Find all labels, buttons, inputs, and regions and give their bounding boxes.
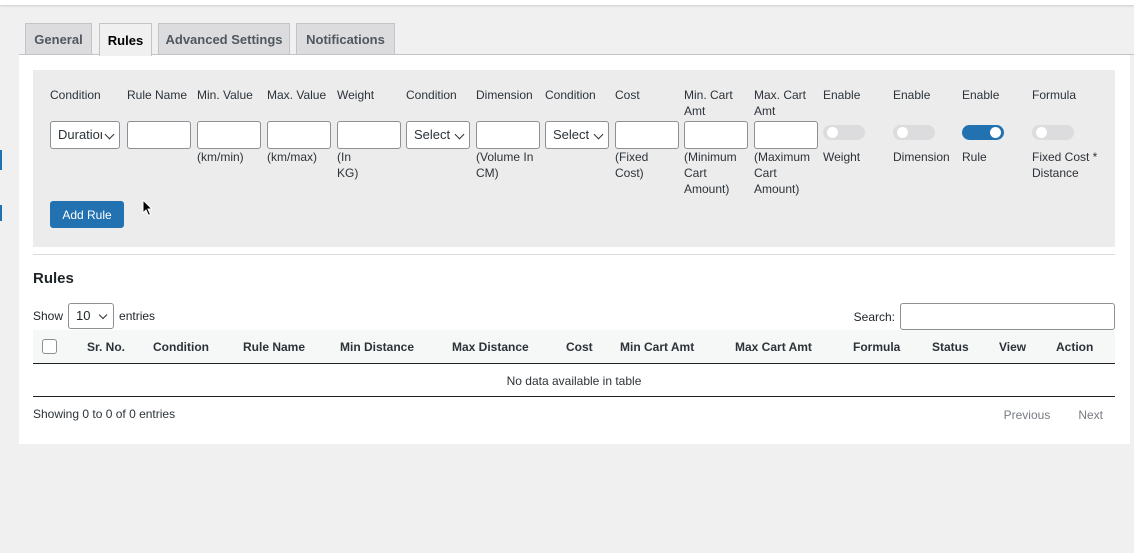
toggle-knob [897,127,908,138]
column-max-distance[interactable]: Max Distance [452,340,529,354]
field-hint: (In KG) [337,150,359,180]
tab-advanced-settings[interactable]: Advanced Settings [158,23,290,55]
max-cart-amt-input[interactable] [754,121,818,149]
sidebar-edge-2 [0,205,2,221]
field-label: Weight [337,88,375,102]
field-hint: (km/min) [197,150,244,164]
column-formula[interactable]: Formula [853,340,900,354]
select-value: Select [414,127,451,142]
min-value-input[interactable] [197,121,261,149]
previous-button[interactable]: Previous [1004,408,1051,422]
admin-top-bar [0,0,1134,5]
enable-weight-toggle[interactable] [823,125,865,140]
field-label: Formula [1032,88,1077,102]
max-value-input[interactable] [267,121,331,149]
entries-label: entries [119,309,156,323]
column-max-cart-amt[interactable]: Max Cart Amt [735,340,812,354]
min-cart-amt-input[interactable] [684,121,748,149]
chevron-down-icon [593,129,604,140]
table-info: Showing 0 to 0 of 0 entries [33,407,176,421]
field-label: Condition [50,88,101,102]
field-label: Min. Value [197,88,253,102]
column-view[interactable]: View [999,340,1026,354]
column-sr-no[interactable]: Sr. No. [87,340,125,354]
dimension-condition-select[interactable]: Select [545,121,609,149]
field-hint: (km/max) [267,150,317,164]
chevron-down-icon [98,310,108,320]
select-value: Duration [58,127,102,142]
weight-input[interactable] [337,121,401,149]
field-hint: Rule [962,150,987,164]
table-header: Sr. No. Condition Rule Name Min Distance… [33,330,1115,364]
toggle-knob [827,127,838,138]
sidebar-edge [0,150,2,170]
chevron-down-icon [454,129,465,140]
column-status[interactable]: Status [932,340,969,354]
enable-rule-toggle[interactable] [962,125,1004,140]
tab-general[interactable]: General [25,23,92,55]
tab-rules[interactable]: Rules [99,23,152,56]
add-rule-form: Condition Duration Rule Name Min. Value … [33,70,1115,247]
page-length-select[interactable]: 10 [68,303,115,329]
rules-section-title: Rules [33,270,74,287]
field-label: Min. Cart Amt [684,88,733,118]
column-rule-name[interactable]: Rule Name [243,340,305,354]
chevron-down-icon [104,129,115,140]
field-hint: Dimension [893,150,950,164]
field-label: Cost [615,88,640,102]
mouse-cursor-icon [142,199,154,217]
column-min-cart-amt[interactable]: Min Cart Amt [620,340,694,354]
field-hint: Weight [823,150,861,164]
field-label: Max. Value [267,88,327,102]
field-label: Enable [962,88,1000,102]
table-search: Search: [854,303,1115,330]
tab-notifications[interactable]: Notifications [296,23,395,55]
column-min-distance[interactable]: Min Distance [340,340,414,354]
field-label: Enable [893,88,931,102]
select-all-checkbox[interactable] [42,339,57,354]
field-hint: (Volume In CM) [476,150,534,180]
select-value: Select [553,127,590,142]
field-hint: Fixed Cost * Distance [1032,150,1098,180]
next-button[interactable]: Next [1078,408,1103,422]
column-condition[interactable]: Condition [153,340,209,354]
dimension-input[interactable] [476,121,540,149]
formula-toggle[interactable] [1032,125,1074,140]
field-label: Condition [406,88,457,102]
column-cost[interactable]: Cost [566,340,593,354]
field-label: Dimension [476,88,533,102]
field-hint: (Fixed Cost) [615,150,649,180]
field-label: Enable [823,88,861,102]
condition-select[interactable]: Duration [50,121,120,149]
page-length-control: Show 10 entries [33,303,155,329]
column-action[interactable]: Action [1056,340,1093,354]
pagination: Previous Next [1004,408,1103,422]
field-label: Max. Cart Amt [754,88,807,118]
weight-condition-select[interactable]: Select [406,121,470,149]
toggle-knob [1036,127,1047,138]
field-label: Rule Name [127,88,188,102]
section-divider [33,254,1115,255]
show-label: Show [33,309,64,323]
field-hint: (Minimum Cart Amount) [684,150,737,196]
table-empty-message: No data available in table [33,365,1115,397]
rule-name-input[interactable] [127,121,191,149]
cost-input[interactable] [615,121,679,149]
toggle-knob [990,127,1001,138]
search-input[interactable] [900,303,1115,330]
field-label: Condition [545,88,596,102]
enable-dimension-toggle[interactable] [893,125,935,140]
field-hint: (Maximum Cart Amount) [754,150,810,196]
add-rule-button[interactable]: Add Rule [50,201,124,228]
search-label: Search: [853,309,895,324]
page-length-value: 10 [76,308,91,323]
